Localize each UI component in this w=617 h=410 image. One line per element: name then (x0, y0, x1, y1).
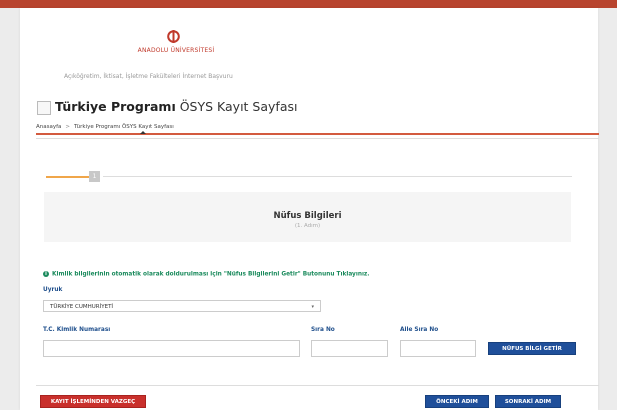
breadcrumb-home-link[interactable]: Anasayfa (36, 124, 61, 130)
chevron-down-icon: ▾ (311, 304, 314, 310)
divider (36, 138, 599, 139)
previous-step-button[interactable]: ÖNCEKİ ADIM (425, 395, 489, 408)
page-title-bold: Türkiye Programı (55, 99, 176, 114)
page-title: Türkiye Programı ÖSYS Kayıt Sayfası (55, 99, 297, 114)
section-step-label: (1. Adım) (294, 223, 321, 229)
sira-no-input[interactable] (311, 340, 388, 357)
breadcrumb-underline (36, 133, 599, 135)
step-progress-active (46, 176, 89, 178)
university-subtitle: Açıköğretim, İktisat, İşletme Fakülteler… (64, 73, 233, 80)
section-header: Nüfus Bilgileri (1. Adım) (44, 192, 571, 242)
next-step-button[interactable]: SONRAKİ ADIM (495, 395, 561, 408)
section-title: Nüfus Bilgileri (273, 211, 342, 221)
info-text: Kimlik bilgilerinin otomatik olarak dold… (52, 271, 370, 278)
page-title-rest: ÖSYS Kayıt Sayfası (175, 99, 298, 114)
divider (36, 385, 599, 386)
anadolu-logo-icon (167, 30, 180, 43)
nationality-select[interactable]: TÜRKİYE CUMHURİYETİ ▾ (43, 300, 321, 312)
nationality-select-value: TÜRKİYE CUMHURİYETİ (50, 304, 114, 310)
breadcrumb-separator: > (65, 124, 71, 130)
aile-sira-no-input[interactable] (400, 340, 476, 357)
breadcrumb-current: Türkiye Programı ÖSYS Kayıt Sayfası (74, 124, 174, 130)
aile-sira-no-label: Aile Sıra No (400, 327, 439, 333)
university-name: ANADOLU ÜNİVERSİTESİ (137, 47, 215, 54)
info-message: i Kimlik bilgilerinin otomatik olarak dol… (43, 271, 370, 278)
tc-number-label: T.C. Kimlik Numarası (43, 327, 111, 333)
page-title-icon (37, 101, 51, 115)
sira-no-label: Sıra No (311, 327, 335, 333)
registration-page: ANADOLU ÜNİVERSİTESİ Açıköğretim, İktisa… (20, 8, 599, 410)
tc-number-input[interactable] (43, 340, 300, 357)
breadcrumb-caret-icon (140, 131, 146, 134)
breadcrumb: Anasayfa > Türkiye Programı ÖSYS Kayıt Say… (36, 124, 174, 130)
cancel-registration-button[interactable]: KAYIT İŞLEMİNDEN VAZGEÇ (40, 395, 146, 408)
fetch-id-info-button[interactable]: NÜFUS BİLGİ GETİR (488, 342, 576, 355)
top-brand-bar (0, 0, 617, 8)
step-progress-track (103, 176, 572, 177)
nationality-label: Uyruk (43, 287, 63, 293)
step-indicator: 1 (89, 171, 100, 182)
info-icon: i (43, 271, 49, 277)
